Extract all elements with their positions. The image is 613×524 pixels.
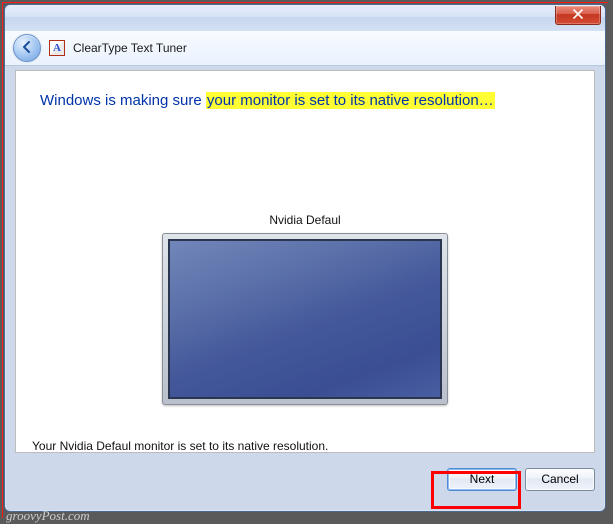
wizard-window: A ClearType Text Tuner Windows is making… xyxy=(4,4,606,512)
app-title: ClearType Text Tuner xyxy=(73,41,187,55)
monitor-label: Nvidia Defaul xyxy=(16,213,594,227)
navbar: A ClearType Text Tuner xyxy=(5,31,605,66)
heading-highlight: your monitor is set to its native resolu… xyxy=(206,92,495,109)
page-heading: Windows is making sure your monitor is s… xyxy=(40,91,578,111)
app-icon: A xyxy=(49,40,65,56)
status-text: Your Nvidia Defaul monitor is set to its… xyxy=(32,439,328,453)
app-icon-letter: A xyxy=(53,42,61,54)
close-button[interactable] xyxy=(555,6,601,25)
back-button[interactable] xyxy=(13,34,41,62)
button-row: Next Cancel xyxy=(15,457,595,501)
monitor-preview xyxy=(162,233,448,405)
back-arrow-icon xyxy=(20,40,34,57)
monitor-screen-icon xyxy=(168,239,442,399)
titlebar xyxy=(5,5,605,31)
content-area: Windows is making sure your monitor is s… xyxy=(15,70,595,453)
heading-plain: Windows is making sure xyxy=(40,92,206,109)
cancel-button[interactable]: Cancel xyxy=(525,468,595,491)
close-icon xyxy=(573,8,583,22)
next-button[interactable]: Next xyxy=(447,468,517,491)
